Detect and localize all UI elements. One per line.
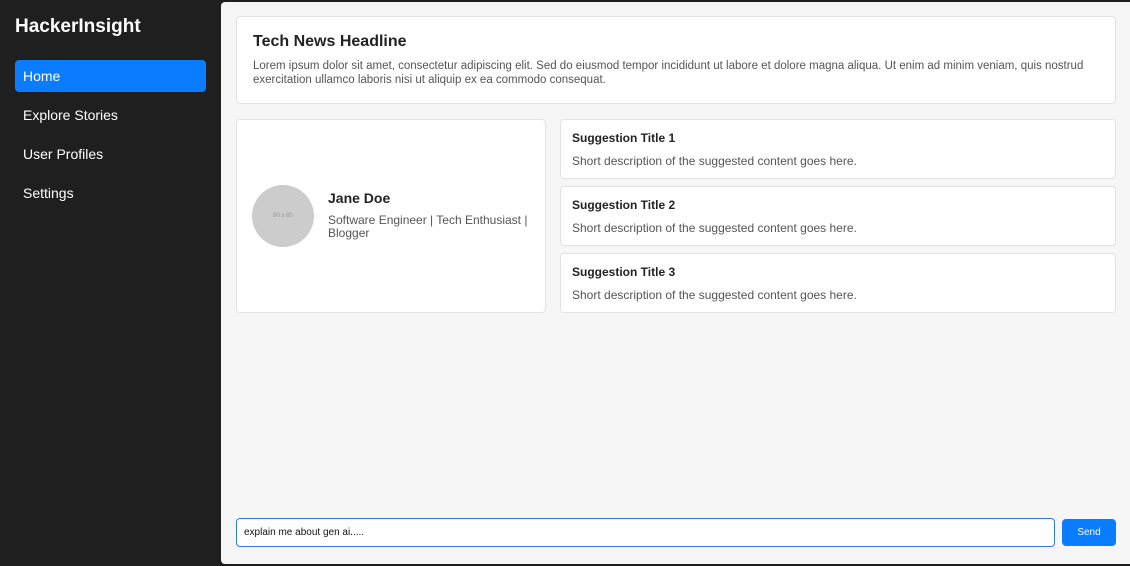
avatar: 80 x 80 xyxy=(252,185,314,247)
app-window: HackerInsight Home Explore Stories User … xyxy=(0,0,1130,566)
suggestion-description: Short description of the suggested conte… xyxy=(572,221,857,235)
suggestion-card-1[interactable]: Suggestion Title 1 Short description of … xyxy=(560,119,1116,179)
profile-name: Jane Doe xyxy=(328,190,391,206)
brand-title: HackerInsight xyxy=(15,16,141,37)
headline-card: Tech News Headline Lorem ipsum dolor sit… xyxy=(236,16,1116,104)
suggestion-description: Short description of the suggested conte… xyxy=(572,154,857,168)
suggestion-card-2[interactable]: Suggestion Title 2 Short description of … xyxy=(560,186,1116,246)
headline-title: Tech News Headline xyxy=(253,33,407,50)
send-button[interactable]: Send xyxy=(1062,519,1116,546)
sidebar-item-user-profiles[interactable]: User Profiles xyxy=(15,138,206,170)
sidebar-item-settings[interactable]: Settings xyxy=(15,177,206,209)
suggestion-title: Suggestion Title 3 xyxy=(572,265,676,279)
sidebar-item-explore-stories[interactable]: Explore Stories xyxy=(15,99,206,131)
sidebar-item-home[interactable]: Home xyxy=(15,60,206,92)
headline-text: Lorem ipsum dolor sit amet, consectetur … xyxy=(253,60,1084,86)
profile-card: 80 x 80 Jane Doe Software Engineer | Tec… xyxy=(236,119,546,313)
suggestion-title: Suggestion Title 2 xyxy=(572,198,676,212)
main-content: Tech News Headline Lorem ipsum dolor sit… xyxy=(221,2,1130,564)
suggestion-title: Suggestion Title 1 xyxy=(572,131,676,145)
chat-input[interactable] xyxy=(236,518,1055,547)
suggestion-card-3[interactable]: Suggestion Title 3 Short description of … xyxy=(560,253,1116,313)
suggestion-description: Short description of the suggested conte… xyxy=(572,288,857,302)
profile-bio: Software Engineer | Tech Enthusiast | Bl… xyxy=(328,213,528,240)
sidebar: HackerInsight Home Explore Stories User … xyxy=(0,0,221,566)
